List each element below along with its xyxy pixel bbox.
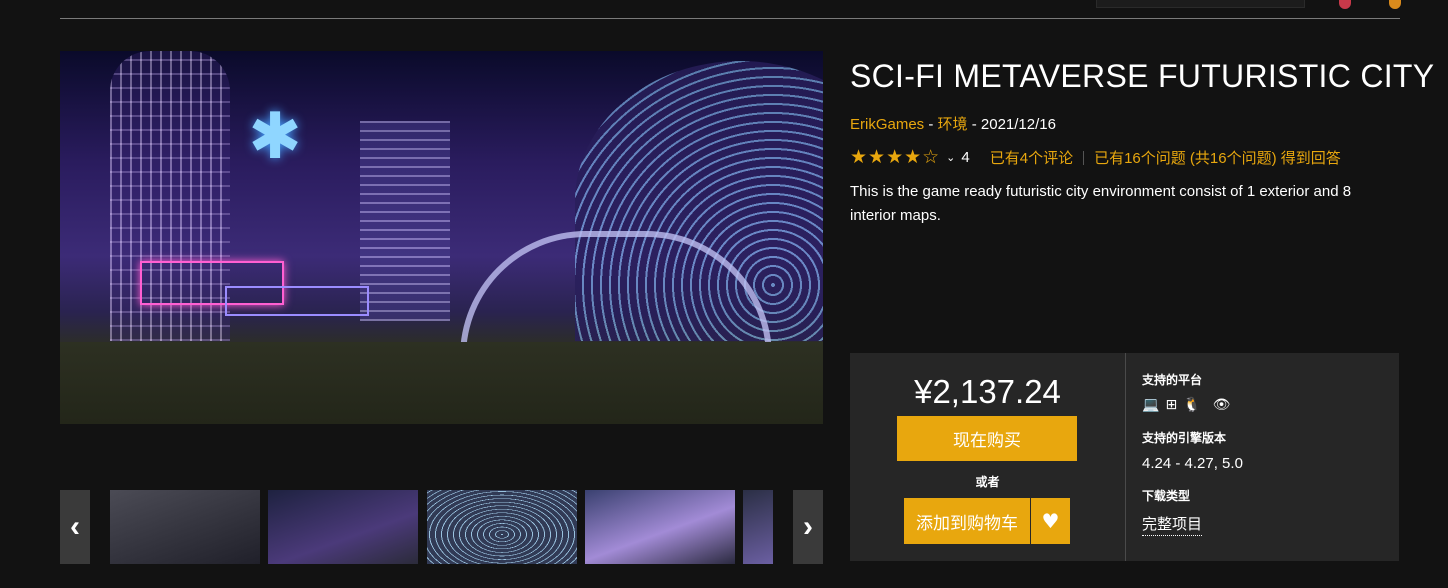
thumbnail[interactable] (427, 490, 577, 564)
meta-separator: - (924, 116, 938, 133)
meta-separator: - (967, 116, 981, 133)
questions-link[interactable]: 已有16个问题 (共16个问题) 得到回答 (1094, 147, 1341, 168)
main-product-image[interactable]: ✱ (60, 51, 823, 424)
linux-icon: 🐧 (1183, 397, 1201, 413)
laptop-icon: 💻 (1142, 397, 1160, 413)
buy-now-button[interactable]: 现在购买 (897, 416, 1077, 461)
product-title: SCI-FI METAVERSE FUTURISTIC CITY (850, 58, 1435, 94)
header-divider (60, 18, 1400, 19)
or-label: 或者 (975, 475, 1000, 489)
chevron-left-icon[interactable]: ‹ (60, 490, 90, 564)
engine-versions: 4.24 - 4.27, 5.0 (1142, 455, 1243, 472)
divider (1083, 150, 1085, 165)
notification-icon[interactable] (1339, 0, 1351, 9)
product-description: This is the game ready futuristic city e… (850, 183, 1352, 224)
chevron-down-icon[interactable]: ⌄ (946, 151, 955, 164)
engine-label: 支持的引擎版本 (1142, 431, 1227, 445)
heart-icon[interactable]: ♥ (1031, 498, 1070, 544)
price: ¥2,137.24 (914, 373, 1061, 410)
chevron-right-icon[interactable]: › (793, 490, 823, 564)
thumbnail[interactable] (268, 490, 418, 564)
image-detail (225, 286, 369, 316)
thumbnail[interactable] (110, 490, 260, 564)
rating-row: ★★★★☆ ⌄ 4 已有4个评论 已有16个问题 (共16个问题) 得到回答 (850, 146, 1341, 169)
star-rating[interactable]: ★★★★☆ (850, 146, 940, 169)
download-type-value[interactable]: 完整项目 (1142, 513, 1203, 536)
neon-sign-icon: ✱ (248, 100, 302, 172)
release-date: 2021/12/16 (980, 116, 1056, 133)
platforms-label: 支持的平台 (1142, 373, 1203, 387)
cart-actions: 添加到购物车 ♥ (904, 498, 1070, 544)
windows-icon: ⊞ (1165, 397, 1178, 413)
thumbnail-strip: ‹ › (60, 490, 823, 564)
eye-icon: 👁 (1212, 397, 1231, 413)
purchase-panel: ¥2,137.24 现在购买 或者 添加到购物车 ♥ 支持的平台 💻 ⊞ 🐧 👁… (850, 353, 1399, 561)
reviews-link[interactable]: 已有4个评论 (990, 147, 1073, 168)
product-meta: ErikGames - 环境 - 2021/12/16 (850, 113, 1056, 134)
image-detail (60, 342, 823, 424)
image-detail (360, 121, 450, 321)
platform-icons: 💻 ⊞ 🐧 👁 (1142, 397, 1230, 413)
header-search-input[interactable] (1096, 0, 1305, 8)
seller-link[interactable]: ErikGames (850, 116, 924, 133)
panel-divider (1125, 353, 1126, 561)
download-type-label: 下载类型 (1142, 489, 1191, 503)
user-menu-icon[interactable] (1389, 0, 1401, 9)
add-to-cart-button[interactable]: 添加到购物车 (904, 498, 1030, 544)
category-link[interactable]: 环境 (938, 116, 968, 133)
thumbnail[interactable] (743, 490, 773, 564)
thumbnail[interactable] (585, 490, 735, 564)
rating-score: 4 (961, 149, 970, 166)
